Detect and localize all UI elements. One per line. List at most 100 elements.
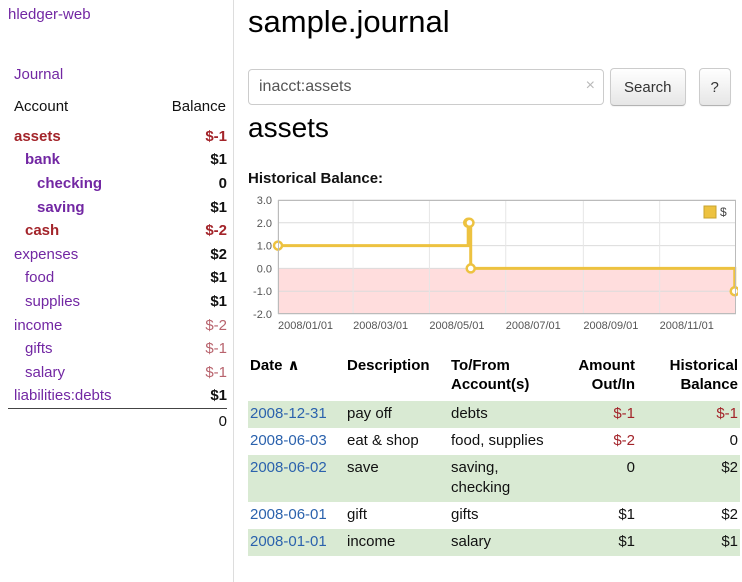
account-row: food $1	[8, 267, 227, 291]
account-balance: $-1	[146, 337, 227, 361]
account-balance: 0	[146, 172, 227, 196]
account-link-food[interactable]: food	[25, 269, 54, 286]
accounts-header-row: Account Balance	[8, 98, 227, 125]
register-accounts: food, supplies	[449, 428, 557, 455]
historical-balance-chart: $3.0 2.0 1.0 0.0 -1.0 -2.0 2008/01/01 2008/03/0…	[248, 196, 738, 338]
account-link-assets[interactable]: assets	[14, 128, 61, 145]
register-accounts: saving, checking	[449, 455, 557, 502]
chart-legend-label: $	[720, 205, 727, 219]
account-link-expenses[interactable]: expenses	[14, 246, 78, 263]
register-description: save	[345, 455, 449, 502]
app-title-link[interactable]: hledger-web	[8, 6, 91, 23]
register-date-link[interactable]: 2008-01-01	[250, 533, 327, 550]
chart-y-tick: 0.0	[257, 263, 272, 275]
register-balance: $2	[643, 455, 740, 502]
account-balance: $2	[146, 243, 227, 267]
register-accounts: gifts	[449, 502, 557, 529]
chart-title: Historical Balance:	[248, 170, 383, 187]
register-row: 2008-12-31 pay off debts $-1 $-1	[248, 401, 740, 428]
register-header-row: Date∧ Description To/From Account(s) Amo…	[248, 356, 740, 401]
account-balance: $1	[146, 267, 227, 291]
chart-y-tick: 2.0	[257, 218, 272, 230]
account-link-saving[interactable]: saving	[37, 199, 85, 216]
search-box: ×	[248, 69, 604, 105]
accounts-total-value: 0	[146, 409, 227, 434]
chart-x-tick: 2008/05/01	[429, 320, 484, 332]
account-row: income $-2	[8, 314, 227, 338]
account-link-liabilities-debts[interactable]: liabilities:debts	[14, 387, 112, 404]
register-balance: $1	[643, 529, 740, 556]
register-table: Date∧ Description To/From Account(s) Amo…	[248, 356, 740, 556]
chart-y-tick: -1.0	[253, 286, 272, 298]
register-date-link[interactable]: 2008-06-02	[250, 459, 327, 476]
register-amount: 0	[557, 455, 643, 502]
account-link-salary[interactable]: salary	[25, 364, 65, 381]
register-amount: $1	[557, 529, 643, 556]
chart-y-tick: 3.0	[257, 196, 272, 207]
accounts-header-account: Account	[8, 98, 146, 125]
account-row: expenses $2	[8, 243, 227, 267]
register-row: 2008-06-01 gift gifts $1 $2	[248, 502, 740, 529]
accounts-table: Account Balance assets $-1 bank $1 checkin…	[8, 98, 227, 434]
register-header-balance: Historical Balance	[643, 356, 740, 401]
account-link-income[interactable]: income	[14, 317, 62, 334]
account-heading: assets	[248, 112, 329, 144]
accounts-header-balance: Balance	[146, 98, 227, 125]
register-date-link[interactable]: 2008-12-31	[250, 405, 327, 422]
register-description: gift	[345, 502, 449, 529]
register-date-link[interactable]: 2008-06-03	[250, 432, 327, 449]
register-header-amount: Amount Out/In	[557, 356, 643, 401]
account-balance: $-1	[146, 361, 227, 385]
account-row: assets $-1	[8, 125, 227, 149]
chart-y-tick: 1.0	[257, 241, 272, 253]
chart-x-tick: 2008/11/01	[660, 320, 714, 332]
account-balance: $-2	[146, 314, 227, 338]
page-title: sample.journal	[248, 4, 450, 40]
account-link-checking[interactable]: checking	[37, 175, 102, 192]
register-balance: $2	[643, 502, 740, 529]
account-row: salary $-1	[8, 361, 227, 385]
register-description: income	[345, 529, 449, 556]
account-balance: $1	[146, 385, 227, 409]
register-amount: $-2	[557, 428, 643, 455]
account-balance: $-2	[146, 219, 227, 243]
search-row: × Search ?	[248, 68, 742, 106]
chart-x-tick: 2008/03/01	[353, 320, 408, 332]
account-balance: $-1	[146, 125, 227, 149]
register-balance: 0	[643, 428, 740, 455]
chart-x-tick: 2008/09/01	[583, 320, 638, 332]
account-row: saving $1	[8, 196, 227, 220]
account-link-bank[interactable]: bank	[25, 151, 60, 168]
account-row: bank $1	[8, 149, 227, 173]
register-amount: $1	[557, 502, 643, 529]
register-balance: $-1	[643, 401, 740, 428]
register-header-accounts: To/From Account(s)	[449, 356, 557, 401]
account-row: checking 0	[8, 172, 227, 196]
account-link-gifts[interactable]: gifts	[25, 340, 53, 357]
account-balance: $1	[146, 149, 227, 173]
account-link-cash[interactable]: cash	[25, 222, 59, 239]
register-accounts: debts	[449, 401, 557, 428]
main-content: sample.journal × Search ? assets Histori…	[248, 0, 742, 582]
register-date-link[interactable]: 2008-06-01	[250, 506, 327, 523]
search-button[interactable]: Search	[610, 68, 686, 106]
register-description: eat & shop	[345, 428, 449, 455]
chart-svg: $3.0 2.0 1.0 0.0 -1.0 -2.0 2008/01/01 2008/03/0…	[248, 196, 738, 338]
register-description: pay off	[345, 401, 449, 428]
register-accounts: salary	[449, 529, 557, 556]
register-header-date[interactable]: Date∧	[248, 356, 345, 401]
register-row: 2008-06-02 save saving, checking 0 $2	[248, 455, 740, 502]
chart-x-tick: 2008/01/01	[278, 320, 333, 332]
sidebar-item-journal[interactable]: Journal	[14, 66, 63, 83]
sort-ascending-icon: ∧	[288, 357, 300, 374]
clear-search-icon[interactable]: ×	[586, 77, 595, 95]
help-button[interactable]: ?	[699, 68, 731, 106]
sidebar: hledger-web Journal Account Balance asse…	[0, 0, 234, 582]
chart-x-tick: 2008/07/01	[506, 320, 561, 332]
account-link-supplies[interactable]: supplies	[25, 293, 80, 310]
chart-y-tick: -2.0	[253, 309, 272, 321]
search-input[interactable]	[248, 69, 604, 105]
account-balance: $1	[146, 290, 227, 314]
account-row: liabilities:debts $1	[8, 385, 227, 409]
account-balance: $1	[146, 196, 227, 220]
